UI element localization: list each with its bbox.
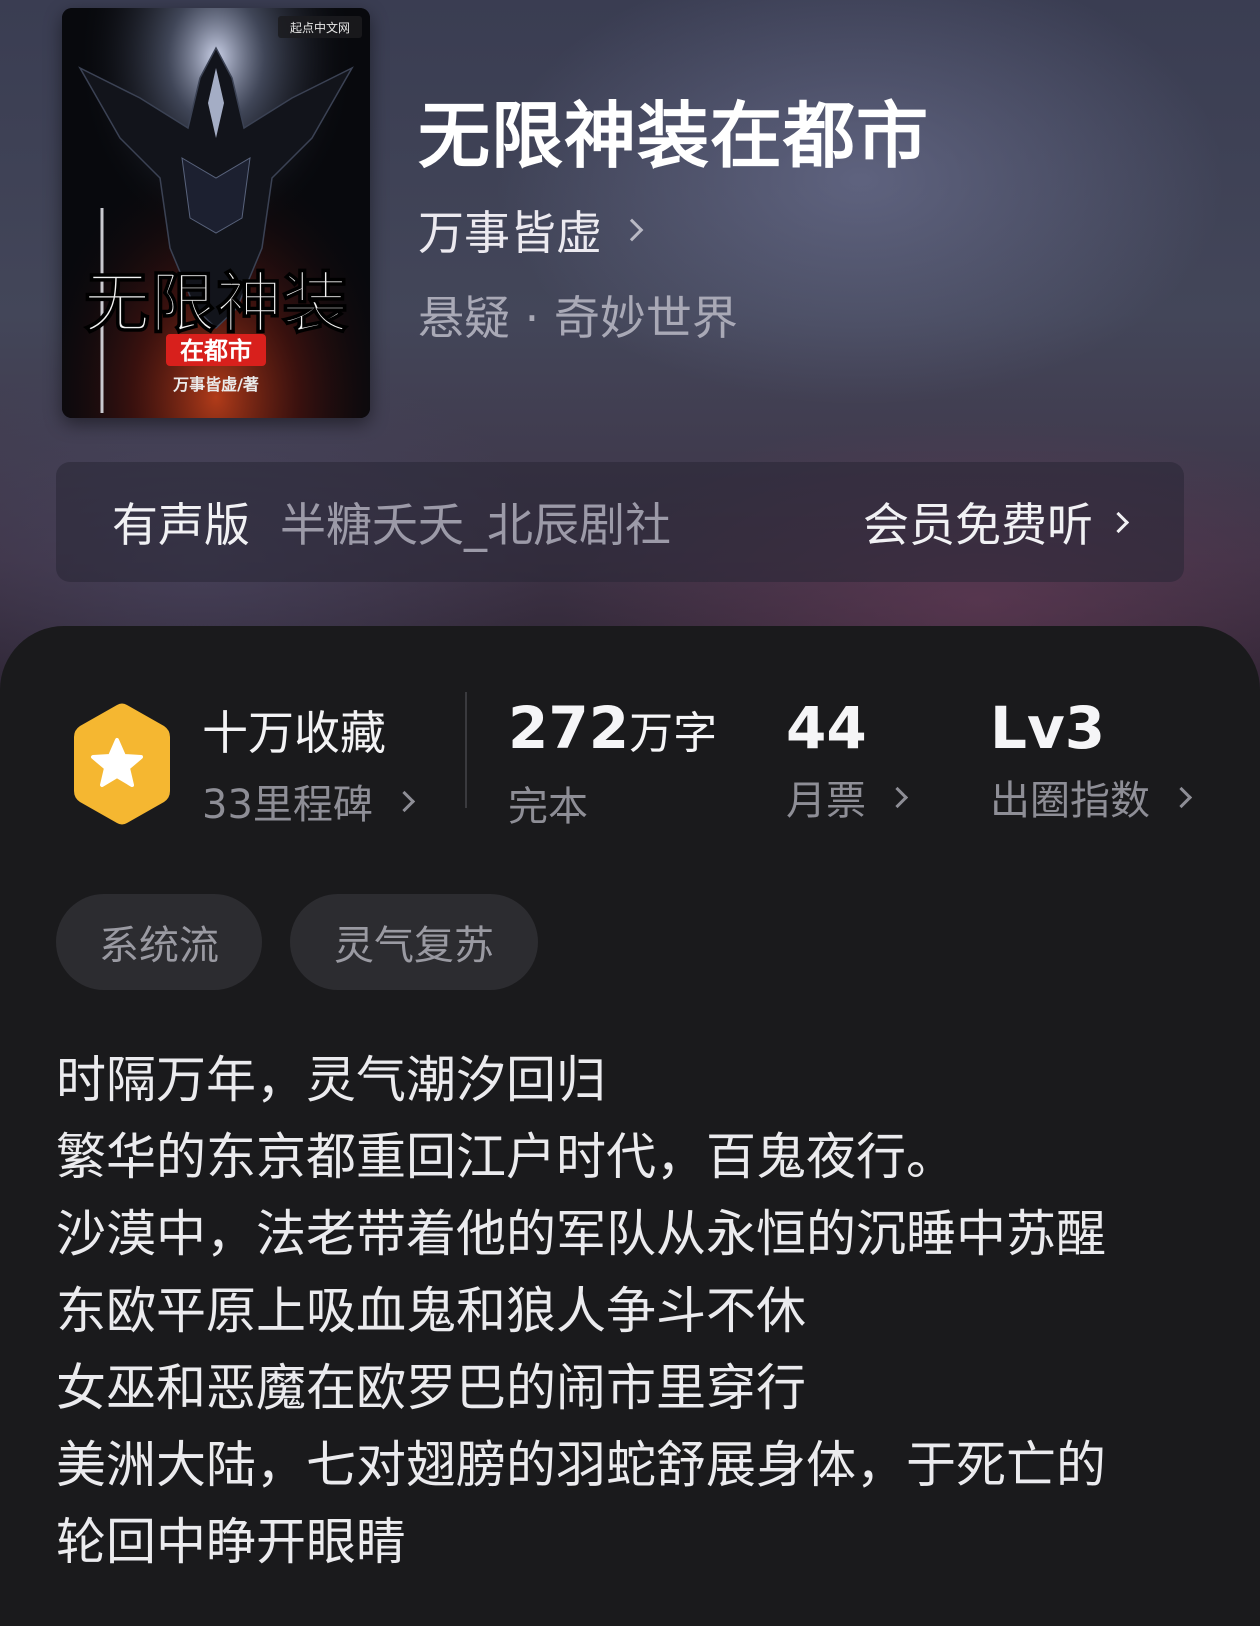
audio-narrator: 半糖夭夭_北辰剧社	[280, 498, 671, 552]
cover-title: 无限神装	[84, 264, 348, 342]
tag-chip[interactable]: 系统流	[56, 894, 262, 990]
synopsis-line: 沙漠中，法老带着他的军队从永恒的沉睡中苏醒	[56, 1205, 1106, 1263]
word-count-unit: 万字	[629, 708, 718, 759]
word-count-number: 272	[508, 694, 630, 762]
stats-divider	[465, 692, 467, 808]
author-name: 万事皆虚	[418, 206, 602, 260]
stats-row: 十万收藏 33里程碑 272万字 完本 44 月票 Lv3 出圈指数	[0, 626, 1260, 846]
synopsis[interactable]: 时隔万年，灵气潮汐回归 繁华的东京都重回江户时代，百鬼夜行。 沙漠中，法老带着他…	[56, 1042, 1206, 1581]
chevron-right-icon	[886, 786, 909, 808]
listen-free-label: 会员免费听	[863, 498, 1093, 552]
book-detail-panel: 十万收藏 33里程碑 272万字 完本 44 月票 Lv3 出圈指数 系统流 灵…	[0, 626, 1260, 1626]
genre-label: 悬疑 · 奇妙世界	[418, 291, 738, 345]
popularity-index-label: 出圈指数	[990, 778, 1150, 824]
author-link[interactable]: 万事皆虚	[418, 200, 644, 260]
collect-stat[interactable]: 十万收藏 33里程碑	[202, 704, 416, 830]
popularity-index-stat[interactable]: Lv3 出圈指数	[990, 694, 1193, 826]
synopsis-line: 东欧平原上吸血鬼和狼人争斗不休	[56, 1282, 806, 1340]
star-badge-icon	[74, 703, 170, 825]
cover-subtitle: 在都市	[180, 336, 252, 365]
book-cover[interactable]: 无限神装 在都市 万事皆虚/著 起点中文网	[62, 8, 370, 418]
tag-chip[interactable]: 灵气复苏	[290, 894, 538, 990]
chevron-right-icon	[393, 790, 416, 812]
audio-edition-bar[interactable]: 有声版 半糖夭夭_北辰剧社 会员免费听	[56, 462, 1184, 582]
book-title: 无限神装在都市	[418, 93, 930, 178]
audio-label: 有声版	[112, 498, 250, 552]
synopsis-line: 美洲大陆，七对翅膀的羽蛇舒展身体，于死亡的	[56, 1436, 1106, 1494]
synopsis-line: 轮回中睁开眼睛	[56, 1513, 406, 1571]
cover-publisher: 起点中文网	[290, 20, 350, 35]
word-count-stat: 272万字 完本	[508, 698, 717, 832]
completion-status: 完本	[508, 784, 588, 830]
chevron-right-icon	[1170, 786, 1193, 808]
cover-author: 万事皆虚/著	[172, 375, 259, 394]
monthly-ticket-label: 月票	[786, 778, 866, 824]
synopsis-line: 繁华的东京都重回江户时代，百鬼夜行。	[56, 1128, 956, 1186]
listen-free-button[interactable]: 会员免费听	[863, 489, 1130, 555]
monthly-ticket-stat[interactable]: 44 月票	[786, 694, 909, 826]
book-header: 无限神装 在都市 万事皆虚/著 起点中文网 无限神装在都市 万事皆虚 悬疑 · …	[0, 0, 1260, 700]
cover-art: 无限神装 在都市 万事皆虚/著 起点中文网	[62, 8, 370, 418]
collect-count: 十万收藏	[202, 706, 386, 760]
chevron-right-icon	[1107, 511, 1130, 533]
synopsis-line: 时隔万年，灵气潮汐回归	[56, 1051, 606, 1109]
tag-list: 系统流 灵气复苏	[56, 894, 538, 990]
popularity-level: Lv3	[990, 694, 1106, 762]
synopsis-line: 女巫和恶魔在欧罗巴的闹市里穿行	[56, 1359, 806, 1417]
chevron-right-icon	[620, 218, 644, 242]
monthly-ticket-count: 44	[786, 694, 867, 762]
milestone-label: 33里程碑	[202, 782, 373, 828]
